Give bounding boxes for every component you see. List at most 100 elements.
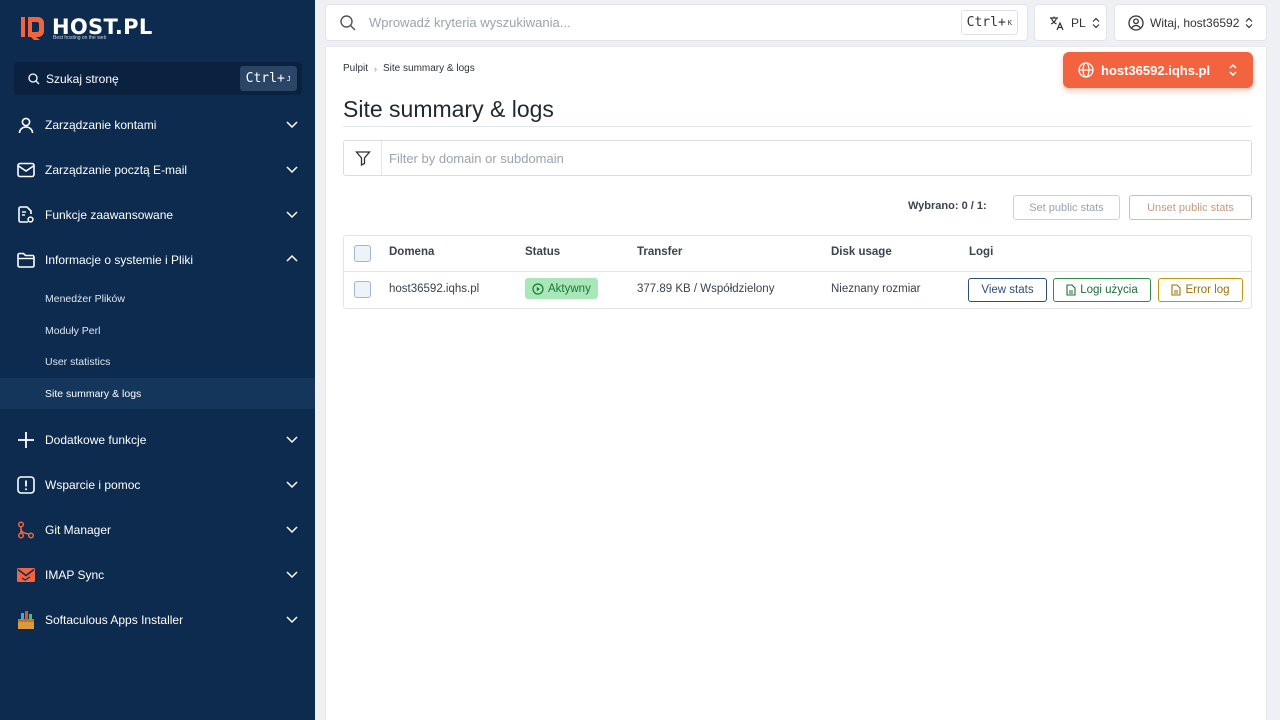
search-icon: [340, 14, 356, 30]
sidebar-item-label: Wsparcie i pomoc: [45, 477, 141, 492]
sidebar-item-label: IMAP Sync: [45, 567, 105, 582]
mail-icon: [16, 160, 36, 180]
softaculous-icon: [16, 610, 36, 630]
sidebar-item-label: Zarządzanie pocztą E-mail: [45, 162, 188, 177]
shortcut-text: Ctrl+: [966, 15, 1006, 30]
title-divider: [343, 126, 1252, 127]
global-search[interactable]: Wprowadź kryteria wyszukiwania... Ctrl+ K: [325, 4, 1028, 41]
translate-icon: [1050, 16, 1064, 30]
breadcrumb-current: Site summary & logs: [383, 63, 475, 74]
column-header-status[interactable]: Status: [525, 246, 560, 258]
chevron-right-icon: ›: [374, 63, 378, 74]
sidebar-item-label: Funkcje zaawansowane: [45, 207, 174, 222]
sidebar-item-label: Git Manager: [45, 522, 112, 537]
sidebar-item-system-files[interactable]: Informacje o systemie i Pliki: [0, 237, 315, 282]
globe-icon: [1078, 62, 1094, 78]
sidebar-item-label: Softaculous Apps Installer: [45, 612, 184, 627]
alert-icon: [16, 475, 36, 495]
sidebar-item-label: Zarządzanie kontami: [45, 117, 157, 132]
domain-selector-button[interactable]: host36592.iqhs.pl: [1063, 52, 1253, 88]
sidebar-item-label: Informacje o systemie i Pliki: [45, 252, 194, 267]
column-header-domain[interactable]: Domena: [389, 246, 434, 258]
sidebar: HOST.PL Best hosting on the web Szukaj s…: [0, 0, 315, 720]
usage-logs-button[interactable]: Logi użycia: [1053, 278, 1151, 302]
chevron-up-icon: [286, 254, 298, 262]
document-icon: [1171, 284, 1181, 296]
user-greeting: Witaj, host36592: [1150, 15, 1240, 30]
unset-public-stats-button[interactable]: Unset public stats: [1129, 195, 1252, 220]
status-label: Aktywny: [548, 282, 591, 295]
sidebar-item-account-management[interactable]: Zarządzanie kontami: [0, 102, 315, 147]
gear-document-icon: [16, 205, 36, 225]
logo-mark-icon: [20, 14, 46, 40]
chevron-down-icon: [286, 211, 298, 219]
sidebar-subitem-site-summary[interactable]: Site summary & logs: [0, 378, 315, 409]
domain-filter[interactable]: Filter by domain or subdomain: [343, 140, 1252, 176]
row-disk-usage: Nieznany rozmiar: [831, 283, 921, 295]
domain-selector-label: host36592.iqhs.pl: [1101, 62, 1211, 78]
usage-logs-label: Logi użycia: [1080, 284, 1138, 296]
document-icon: [1066, 284, 1076, 296]
row-domain: host36592.iqhs.pl: [389, 283, 480, 295]
mail-sync-icon: [16, 565, 36, 585]
search-icon: [28, 72, 40, 84]
sidebar-search-shortcut: Ctrl+ J: [239, 66, 297, 91]
chevron-updown-icon: [1245, 17, 1253, 28]
global-search-input[interactable]: Wprowadź kryteria wyszukiwania...: [369, 15, 571, 30]
row-checkbox[interactable]: [354, 281, 371, 298]
error-log-button[interactable]: Error log: [1158, 278, 1243, 302]
selection-count: Wybrano: 0 / 1:: [908, 200, 987, 212]
chevron-down-icon: [286, 616, 298, 624]
sidebar-subitem-user-statistics[interactable]: User statistics: [0, 346, 315, 377]
breadcrumb: Pulpit › Site summary & logs: [343, 63, 475, 74]
domain-filter-input[interactable]: Filter by domain or subdomain: [389, 151, 564, 166]
column-header-logs: Logi: [969, 246, 994, 258]
sidebar-item-additional[interactable]: Dodatkowe funkcje: [0, 417, 315, 462]
view-stats-button[interactable]: View stats: [968, 278, 1047, 302]
sidebar-search-label: Szukaj stronę: [46, 71, 119, 86]
sidebar-search[interactable]: Szukaj stronę Ctrl+ J: [14, 62, 302, 95]
domains-table: Domena Status Transfer Disk usage Logi h…: [343, 235, 1252, 309]
language-selector[interactable]: PL: [1034, 4, 1107, 41]
user-icon: [16, 115, 36, 135]
sidebar-item-imap-sync[interactable]: IMAP Sync: [0, 552, 315, 597]
sidebar-item-advanced[interactable]: Funkcje zaawansowane: [0, 192, 315, 237]
row-transfer: 377.89 KB / Współdzielony: [637, 283, 775, 295]
sidebar-item-support[interactable]: Wsparcie i pomoc: [0, 462, 315, 507]
language-label: PL: [1071, 15, 1086, 30]
table-header: Domena Status Transfer Disk usage Logi: [344, 236, 1251, 272]
chevron-down-icon: [286, 481, 298, 489]
sidebar-subitem-file-manager[interactable]: Menedżer Plików: [0, 283, 315, 314]
set-public-stats-button[interactable]: Set public stats: [1013, 195, 1120, 220]
status-badge: Aktywny: [525, 278, 598, 299]
sidebar-item-git-manager[interactable]: Git Manager: [0, 507, 315, 552]
sidebar-item-softaculous[interactable]: Softaculous Apps Installer: [0, 597, 315, 642]
view-stats-label: View stats: [981, 284, 1034, 296]
logo[interactable]: HOST.PL Best hosting on the web: [20, 12, 153, 42]
column-header-disk-usage[interactable]: Disk usage: [831, 246, 892, 258]
select-all-checkbox[interactable]: [354, 245, 371, 262]
chevron-down-icon: [286, 121, 298, 129]
sidebar-subitem-perl-modules[interactable]: Moduły Perl: [0, 315, 315, 346]
chevron-down-icon: [286, 526, 298, 534]
page-title: Site summary & logs: [343, 96, 554, 122]
breadcrumb-home[interactable]: Pulpit: [343, 63, 368, 74]
column-header-transfer[interactable]: Transfer: [637, 246, 682, 258]
plus-icon: [16, 430, 36, 450]
user-circle-icon: [1128, 14, 1144, 31]
play-circle-icon: [532, 282, 544, 295]
chevron-updown-icon: [1229, 63, 1237, 77]
user-menu[interactable]: Witaj, host36592: [1114, 4, 1267, 41]
main-panel: Pulpit › Site summary & logs host36592.i…: [325, 46, 1267, 720]
logo-tagline: Best hosting on the web: [53, 35, 107, 41]
chevron-updown-icon: [1092, 17, 1100, 28]
shortcut-key: J: [286, 74, 291, 83]
shortcut-text: Ctrl+: [245, 71, 285, 86]
chevron-down-icon: [286, 436, 298, 444]
folder-icon: [16, 250, 36, 270]
git-icon: [16, 520, 36, 540]
sidebar-item-email[interactable]: Zarządzanie pocztą E-mail: [0, 147, 315, 192]
chevron-down-icon: [286, 571, 298, 579]
chevron-down-icon: [286, 166, 298, 174]
sidebar-item-label: Dodatkowe funkcje: [45, 432, 147, 447]
